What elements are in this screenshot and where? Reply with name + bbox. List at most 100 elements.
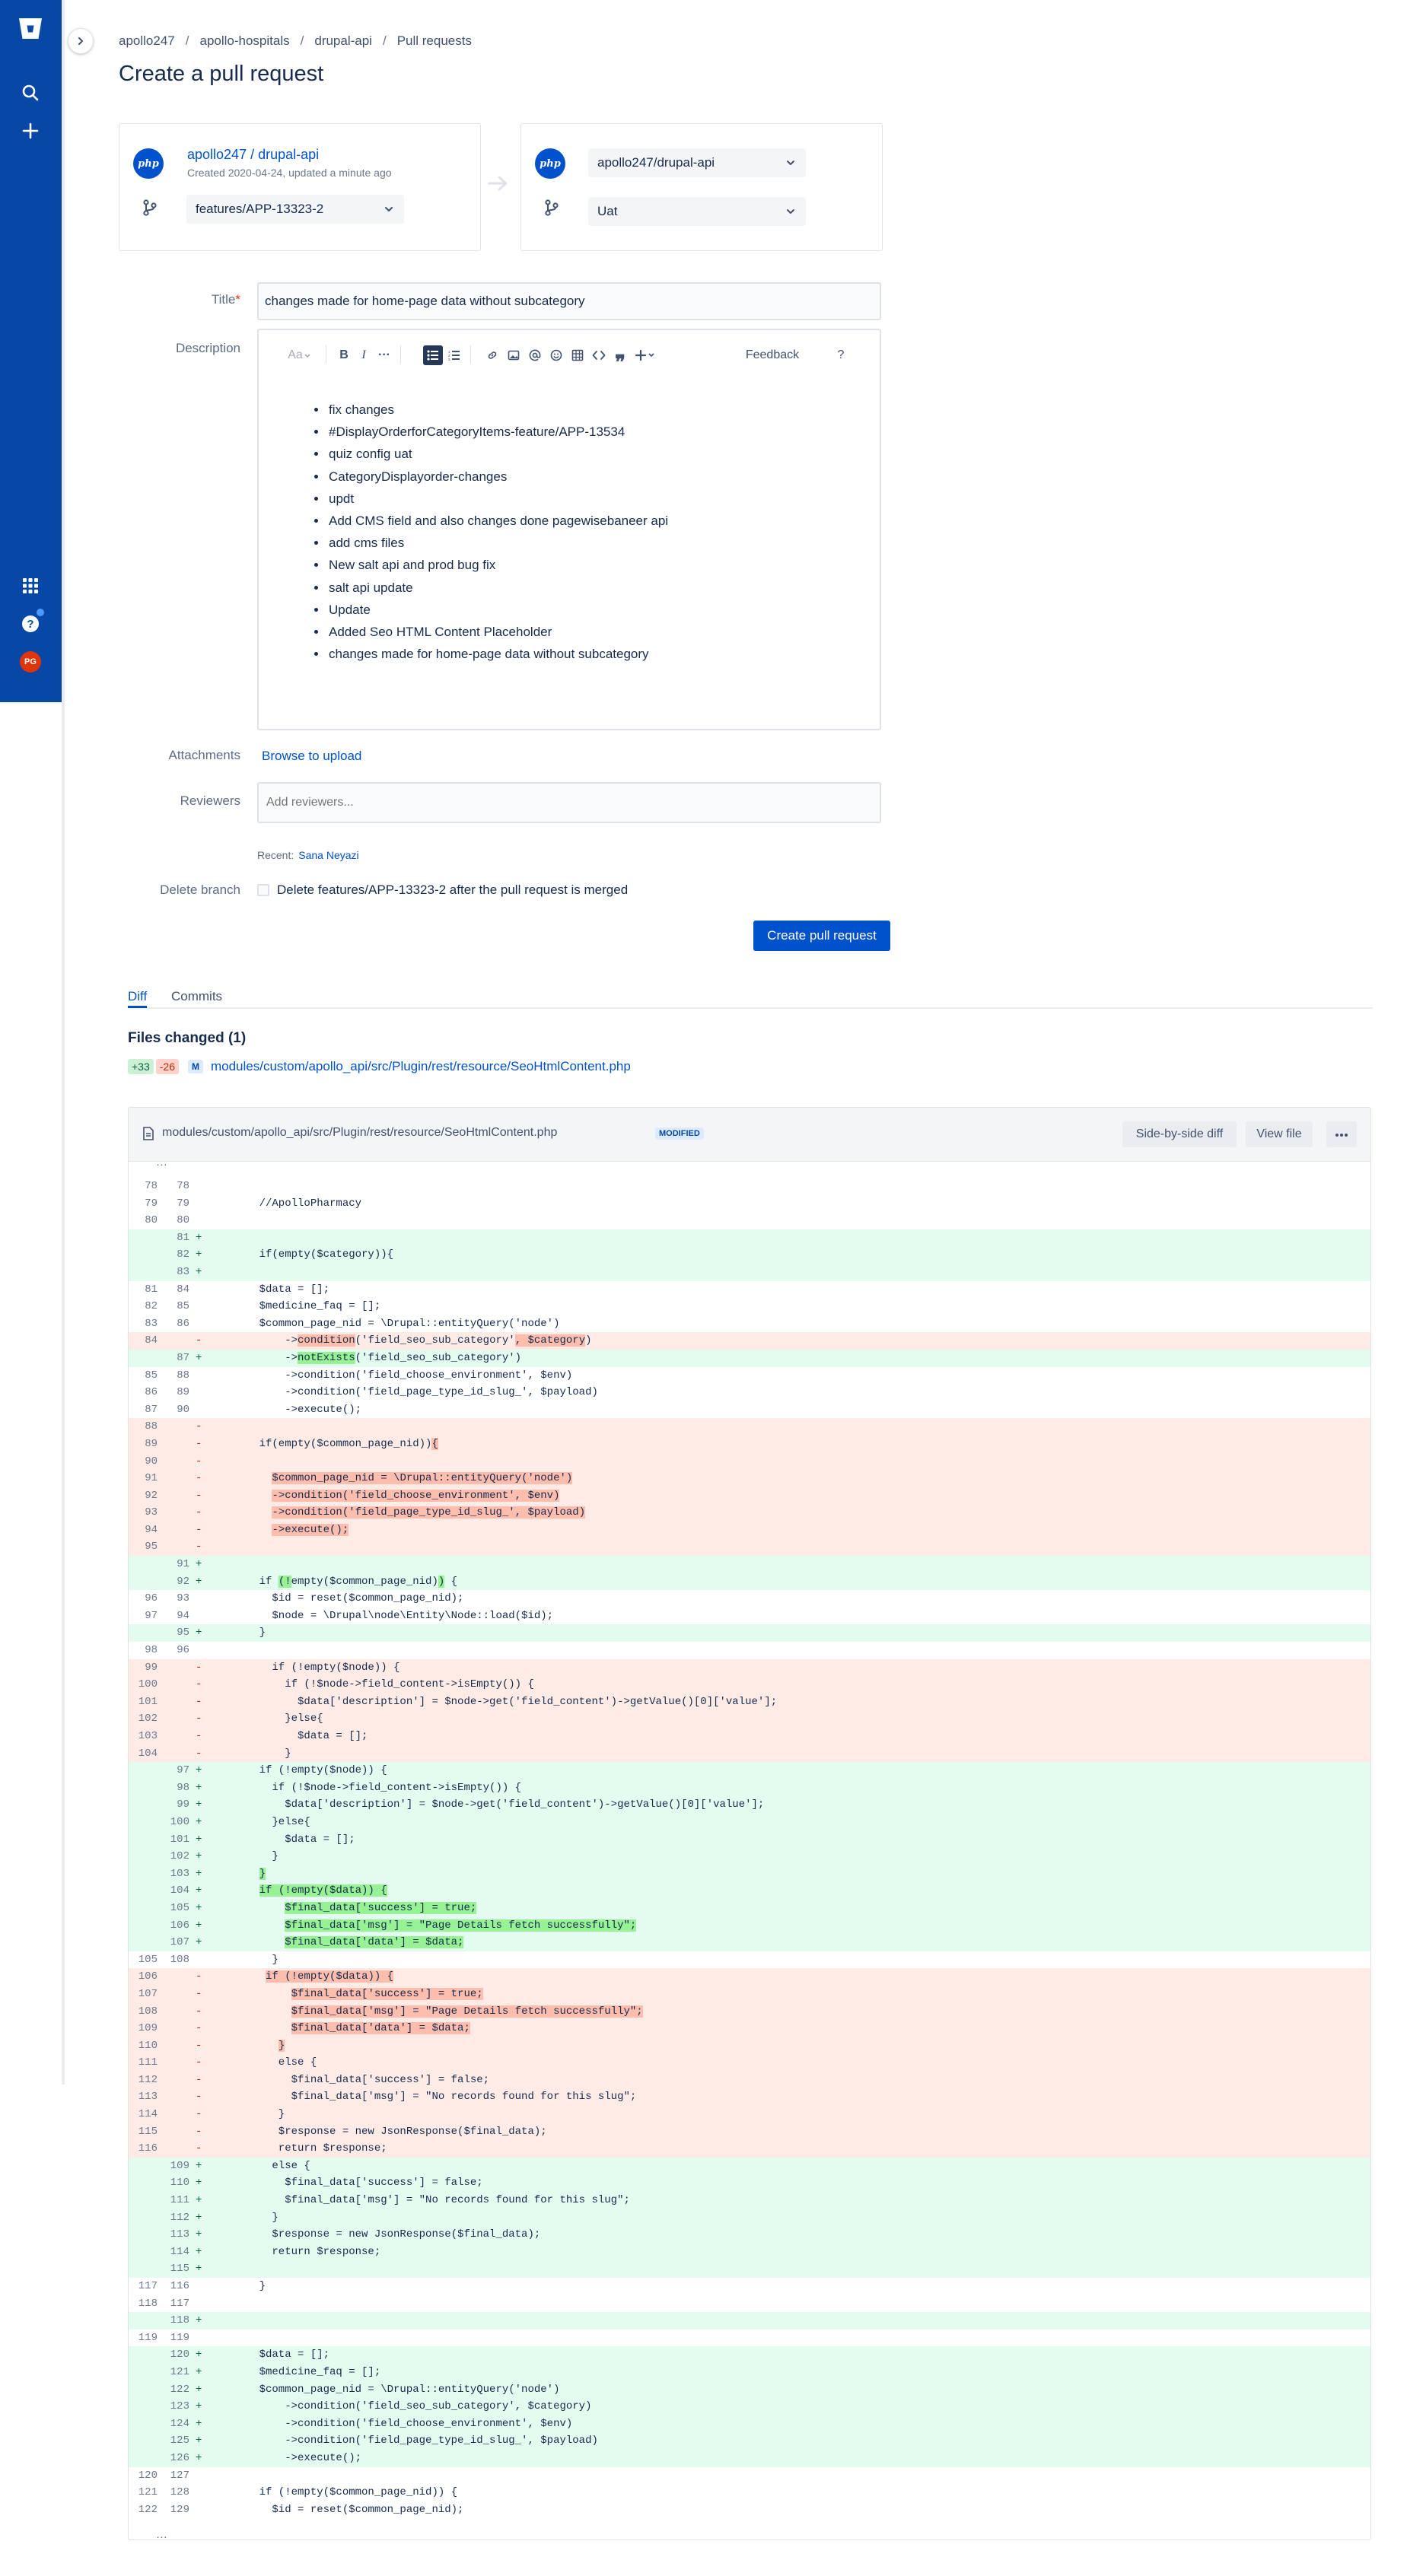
diff-line-removed[interactable]: 113 - $final_data['msg'] = "No records fo… (129, 2088, 1370, 2107)
emoji-icon[interactable] (548, 345, 565, 365)
diff-line-added[interactable]: 102 + } (129, 1848, 1370, 1865)
diff-line-added[interactable]: 106 + $final_data['msg'] = "Page Details … (129, 1916, 1370, 1935)
bullet-list-icon[interactable] (423, 345, 443, 365)
diff-line-removed[interactable]: 101 - $data['description'] = $node->get('… (129, 1693, 1370, 1711)
diff-line-removed[interactable]: 109 - $final_data['data'] = $data; (129, 2020, 1370, 2037)
diff-line-context[interactable]: 105 108 } (129, 1951, 1370, 1969)
delete-branch-checkbox[interactable] (257, 884, 269, 896)
diff-line-removed[interactable]: 89 - if(empty($common_page_nid)){ (129, 1435, 1370, 1453)
expand-context-top[interactable]: ... (151, 1156, 173, 1169)
title-input[interactable] (257, 282, 881, 320)
browse-to-upload-link[interactable]: Browse to upload (262, 749, 361, 764)
diff-line-added[interactable]: 114 + return $response; (129, 2243, 1370, 2261)
diff-line-removed[interactable]: 112 - $final_data['success'] = false; (129, 2071, 1370, 2089)
more-icon[interactable] (1326, 1121, 1357, 1147)
diff-line-added[interactable]: 110 + $final_data['success'] = false; (129, 2174, 1370, 2193)
diff-line-removed[interactable]: 104 - } (129, 1744, 1370, 1763)
diff-line-removed[interactable]: 94 - ->execute(); (129, 1521, 1370, 1539)
help-icon[interactable]: ? (832, 345, 849, 365)
breadcrumb-project[interactable]: apollo-hospitals (199, 33, 289, 49)
diff-line-added[interactable]: 82 + if(empty($category)){ (129, 1246, 1370, 1264)
diff-line-removed[interactable]: 99 - if (!empty($node)) { (129, 1658, 1370, 1677)
code-icon[interactable] (590, 345, 607, 365)
breadcrumb-pull-requests[interactable]: Pull requests (397, 33, 472, 49)
text-style-dropdown[interactable]: Aa (285, 345, 315, 365)
diff-line-added[interactable]: 111 + $final_data['msg'] = "No records fo… (129, 2192, 1370, 2209)
diff-line-context[interactable]: 96 93 $id = reset($common_page_nid); (129, 1590, 1370, 1608)
diff-line-context[interactable]: 79 79 //ApolloPharmacy (129, 1195, 1370, 1213)
diff-line-context[interactable]: 117 116 } (129, 2278, 1370, 2295)
diff-line-context[interactable]: 121 128 if (!empty($common_page_nid)) { (129, 2484, 1370, 2501)
diff-line-added[interactable]: 104 + if (!empty($data)) { (129, 1882, 1370, 1900)
diff-line-context[interactable]: 78 78 (129, 1178, 1370, 1195)
tab-commits[interactable]: Commits (171, 989, 222, 1007)
diff-line-added[interactable]: 122 + $common_page_nid = \Drupal::entityQ… (129, 2380, 1370, 2399)
more-formatting-icon[interactable]: ··· (376, 345, 393, 365)
diff-line-added[interactable]: 115 + (129, 2260, 1370, 2278)
diff-line-removed[interactable]: 115 - $response = new JsonResponse($final… (129, 2123, 1370, 2141)
diff-line-removed[interactable]: 110 - } (129, 2037, 1370, 2055)
diff-line-context[interactable]: 98 96 (129, 1642, 1370, 1659)
diff-line-added[interactable]: 107 + $final_data['data'] = $data; (129, 1934, 1370, 1951)
diff-line-added[interactable]: 126 + ->execute(); (129, 2449, 1370, 2467)
insert-menu-icon[interactable] (633, 345, 659, 365)
delete-branch-option[interactable]: Delete features/APP-13323-2 after the pu… (257, 883, 628, 898)
diff-line-added[interactable]: 100 + }else{ (129, 1813, 1370, 1831)
diff-line-added[interactable]: 101 + $data = []; (129, 1830, 1370, 1849)
reviewers-input[interactable] (257, 782, 881, 823)
diff-line-added[interactable]: 97 + if (!empty($node)) { (129, 1762, 1370, 1779)
expand-context-bottom[interactable]: ... (151, 2529, 173, 2539)
diff-line-context[interactable]: 86 89 ->condition('field_page_type_id_slu… (129, 1384, 1370, 1401)
search-icon[interactable] (17, 79, 44, 107)
breadcrumb-repo[interactable]: drupal-api (314, 33, 372, 49)
diff-line-context[interactable]: 97 94 $node = \Drupal\node\Entity\Node::l… (129, 1608, 1370, 1625)
diff-line-added[interactable]: 105 + $final_data['success'] = true; (129, 1899, 1370, 1917)
source-repo-link[interactable]: drupal-api (258, 147, 319, 162)
create-pull-request-button[interactable]: Create pull request (753, 921, 890, 951)
link-icon[interactable] (484, 345, 501, 365)
destination-branch-select[interactable]: Uat (588, 197, 806, 226)
diff-line-removed[interactable]: 95 - (129, 1538, 1370, 1557)
side-by-side-diff-button[interactable]: Side-by-side diff (1122, 1121, 1237, 1147)
diff-line-context[interactable]: 118 117 (129, 2295, 1370, 2313)
bitbucket-logo-icon[interactable] (17, 15, 44, 43)
italic-icon[interactable]: I (356, 345, 371, 365)
diff-line-context[interactable]: 82 85 $medicine_faq = []; (129, 1298, 1370, 1315)
source-branch-select[interactable]: features/APP-13323-2 (186, 195, 404, 224)
quote-icon[interactable]: ❞ (612, 345, 629, 374)
diff-line-added[interactable]: 81 + (129, 1229, 1370, 1247)
diff-line-context[interactable]: 80 80 (129, 1212, 1370, 1229)
diff-line-removed[interactable]: 107 - $final_data['success'] = true; (129, 1985, 1370, 2003)
diff-line-added[interactable]: 83 + (129, 1263, 1370, 1281)
diff-line-added[interactable]: 109 + else { (129, 2157, 1370, 2175)
diff-line-removed[interactable]: 84 - ->condition('field_seo_sub_category'… (129, 1332, 1370, 1350)
diff-line-added[interactable]: 91 + (129, 1556, 1370, 1573)
table-icon[interactable] (569, 345, 586, 365)
feedback-button[interactable]: Feedback (738, 345, 807, 365)
mention-icon[interactable] (527, 345, 543, 365)
diff-line-context[interactable]: 83 86 $common_page_nid = \Drupal::entityQ… (129, 1315, 1370, 1333)
collapse-sidebar-button[interactable] (68, 28, 94, 54)
diff-line-added[interactable]: 113 + $response = new JsonResponse($final… (129, 2226, 1370, 2244)
diff-line-removed[interactable]: 116 - return $response; (129, 2140, 1370, 2158)
diff-line-removed[interactable]: 92 - ->condition('field_choose_environmen… (129, 1487, 1370, 1505)
diff-line-added[interactable]: 121 + $medicine_faq = []; (129, 2363, 1370, 2381)
diff-line-context[interactable]: 120 127 (129, 2467, 1370, 2485)
diff-line-added[interactable]: 103 + } (129, 1865, 1370, 1883)
sidebar-resize-rail[interactable] (62, 0, 65, 2085)
bold-icon[interactable]: B (336, 345, 352, 365)
diff-line-context[interactable]: 87 90 ->execute(); (129, 1401, 1370, 1419)
diff-line-added[interactable]: 99 + $data['description'] = $node->get('f… (129, 1796, 1370, 1814)
breadcrumb-workspace[interactable]: apollo247 (119, 33, 175, 49)
diff-line-removed[interactable]: 103 - $data = []; (129, 1728, 1370, 1745)
numbered-list-icon[interactable]: 123 (446, 345, 463, 365)
diff-line-added[interactable]: 118 + (129, 2312, 1370, 2330)
diff-line-context[interactable]: 119 119 (129, 2330, 1370, 2347)
diff-line-added[interactable]: 124 + ->condition('field_choose_environme… (129, 2415, 1370, 2433)
diff-line-context[interactable]: 122 129 $id = reset($common_page_nid); (129, 2501, 1370, 2519)
diff-line-removed[interactable]: 91 - $common_page_nid = \Drupal::entityQu… (129, 1470, 1370, 1487)
diff-line-added[interactable]: 123 + ->condition('field_seo_sub_category… (129, 2398, 1370, 2415)
diff-line-removed[interactable]: 100 - if (!$node->field_content->isEmpty(… (129, 1676, 1370, 1693)
diff-line-removed[interactable]: 88 - (129, 1418, 1370, 1436)
tab-diff[interactable]: Diff (128, 989, 148, 1008)
